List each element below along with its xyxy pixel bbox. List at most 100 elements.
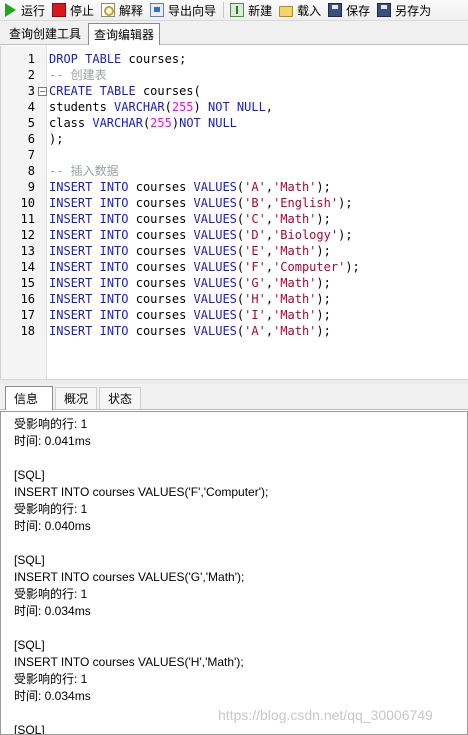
sql-string: 'E' <box>244 244 266 258</box>
sql-identifier: courses <box>135 292 187 306</box>
new-query-icon <box>230 3 245 17</box>
sql-identifier: courses <box>135 228 187 242</box>
sql-keyword: INSERT <box>49 180 93 194</box>
explain-icon <box>101 3 116 17</box>
sql-string: 'Computer' <box>273 260 346 274</box>
sql-editor[interactable]: 1 2 3 4 5 6 7 8 9 10 11 12 13 14 15 16 17 18 − DROP TABLE… <box>0 46 468 379</box>
sql-keyword: TABLE <box>99 84 136 98</box>
save-as-button[interactable]: 另存为 <box>374 1 435 20</box>
sql-keyword: INTO <box>99 324 129 338</box>
output-line: INSERT INTO courses VALUES('G','Math'); <box>14 570 245 584</box>
sql-identifier: courses <box>135 260 187 274</box>
code-line: ); <box>49 131 63 147</box>
code-line: INSERT INTO courses VALUES('H','Math'); <box>49 292 331 306</box>
tab-profile[interactable]: 概况 <box>55 387 98 409</box>
sql-number: 255 <box>150 116 172 130</box>
code-line: INSERT INTO courses VALUES('I','Math'); <box>49 308 331 322</box>
tab-status[interactable]: 状态 <box>99 387 142 409</box>
sql-keyword: INSERT <box>49 292 93 306</box>
sql-keyword: VALUES <box>193 244 237 258</box>
sql-keyword: CREATE <box>49 84 93 98</box>
tab-query-builder[interactable]: 查询创建工具 <box>4 23 86 44</box>
toolbar: 运行 停止 解释 导出向导 新建 载入 保存 另存为 <box>0 0 468 21</box>
tab-messages[interactable]: 信息 <box>5 386 53 410</box>
load-button[interactable]: 载入 <box>276 1 325 20</box>
sql-identifier: courses <box>135 276 187 290</box>
line-number: 13 <box>20 244 35 258</box>
sql-keyword: INSERT <box>49 244 93 258</box>
code-line: DROP TABLE courses; <box>49 51 186 67</box>
stop-button[interactable]: 停止 <box>49 1 98 20</box>
line-number: 7 <box>27 148 35 162</box>
save-as-icon <box>377 3 392 17</box>
sql-string: 'English' <box>273 196 339 210</box>
sql-keyword: INSERT <box>49 212 93 226</box>
sql-string: 'C' <box>244 212 266 226</box>
line-number: 9 <box>27 180 35 194</box>
sql-string: 'Math' <box>273 292 317 306</box>
output-line: 时间: 0.041ms <box>14 434 91 448</box>
sql-keyword: VALUES <box>193 292 237 306</box>
sql-keyword: VALUES <box>193 212 237 226</box>
sql-string: 'H' <box>244 292 266 306</box>
output-line: 时间: 0.034ms <box>14 604 91 618</box>
code-line: CREATE TABLE courses( <box>49 83 201 99</box>
export-icon <box>150 3 165 17</box>
code-line: INSERT INTO courses VALUES('D','Biology'… <box>49 228 353 242</box>
run-button[interactable]: 运行 <box>0 1 49 20</box>
line-number: 4 <box>27 100 35 114</box>
explain-button[interactable]: 解释 <box>98 1 147 20</box>
sql-comment: -- 插入数据 <box>49 164 119 178</box>
sql-keyword: DROP <box>49 52 78 66</box>
code-line: INSERT INTO courses VALUES('F','Computer… <box>49 260 360 274</box>
line-number: 8 <box>27 164 35 178</box>
output-line: 时间: 0.034ms <box>14 689 91 703</box>
sql-keyword: INTO <box>99 228 129 242</box>
sql-keyword: INSERT <box>49 260 93 274</box>
sql-keyword: INTO <box>99 276 129 290</box>
sql-keyword: VALUES <box>193 260 237 274</box>
sql-string: 'Math' <box>273 212 317 226</box>
line-number: 14 <box>20 260 35 274</box>
load-label: 载入 <box>297 3 322 18</box>
save-as-label: 另存为 <box>395 3 432 18</box>
sql-keyword: INSERT <box>49 228 93 242</box>
sql-identifier: courses <box>135 180 187 194</box>
code-line: INSERT INTO courses VALUES('A','Math'); <box>49 324 331 338</box>
play-icon <box>5 3 16 17</box>
result-tabs: 信息 概况 状态 <box>0 384 468 410</box>
output-line: [SQL] <box>14 638 45 652</box>
save-button[interactable]: 保存 <box>325 1 374 20</box>
sql-string: 'Math' <box>273 244 317 258</box>
line-number: 2 <box>27 68 35 82</box>
tab-messages-label: 信息 <box>14 392 39 406</box>
folder-icon <box>279 5 294 17</box>
output-line: [SQL] <box>14 468 45 482</box>
sql-identifier: courses <box>135 308 187 322</box>
export-wizard-button[interactable]: 导出向导 <box>147 1 220 20</box>
output-line: INSERT INTO courses VALUES('F','Computer… <box>14 485 269 499</box>
code-line: -- 创建表 <box>49 67 107 83</box>
sql-keyword: VALUES <box>193 308 237 322</box>
fold-toggle-icon[interactable]: − <box>38 87 47 96</box>
tab-profile-label: 概况 <box>64 392 89 406</box>
sql-string: 'D' <box>244 228 266 242</box>
sql-identifier: courses( <box>142 84 201 98</box>
sql-string: 'G' <box>244 276 266 290</box>
sql-string: 'Biology' <box>273 228 339 242</box>
sql-keyword: NOT NULL <box>179 116 237 130</box>
line-number: 11 <box>20 212 35 226</box>
sql-keyword: TABLE <box>85 52 122 66</box>
line-number: 3 <box>27 84 35 98</box>
sql-string: 'F' <box>244 260 266 274</box>
sql-identifier: courses <box>135 196 187 210</box>
message-output: 受影响的行: 1 时间: 0.041ms [SQL] INSERT INTO cour… <box>0 411 468 735</box>
sql-identifier: courses; <box>128 52 187 66</box>
sql-string: 'A' <box>244 180 266 194</box>
tab-query-editor[interactable]: 查询编辑器 <box>88 23 161 45</box>
new-button[interactable]: 新建 <box>227 1 276 20</box>
sql-punctuation: , <box>265 100 274 114</box>
code-line: class VARCHAR(255)NOT NULL <box>49 116 237 130</box>
